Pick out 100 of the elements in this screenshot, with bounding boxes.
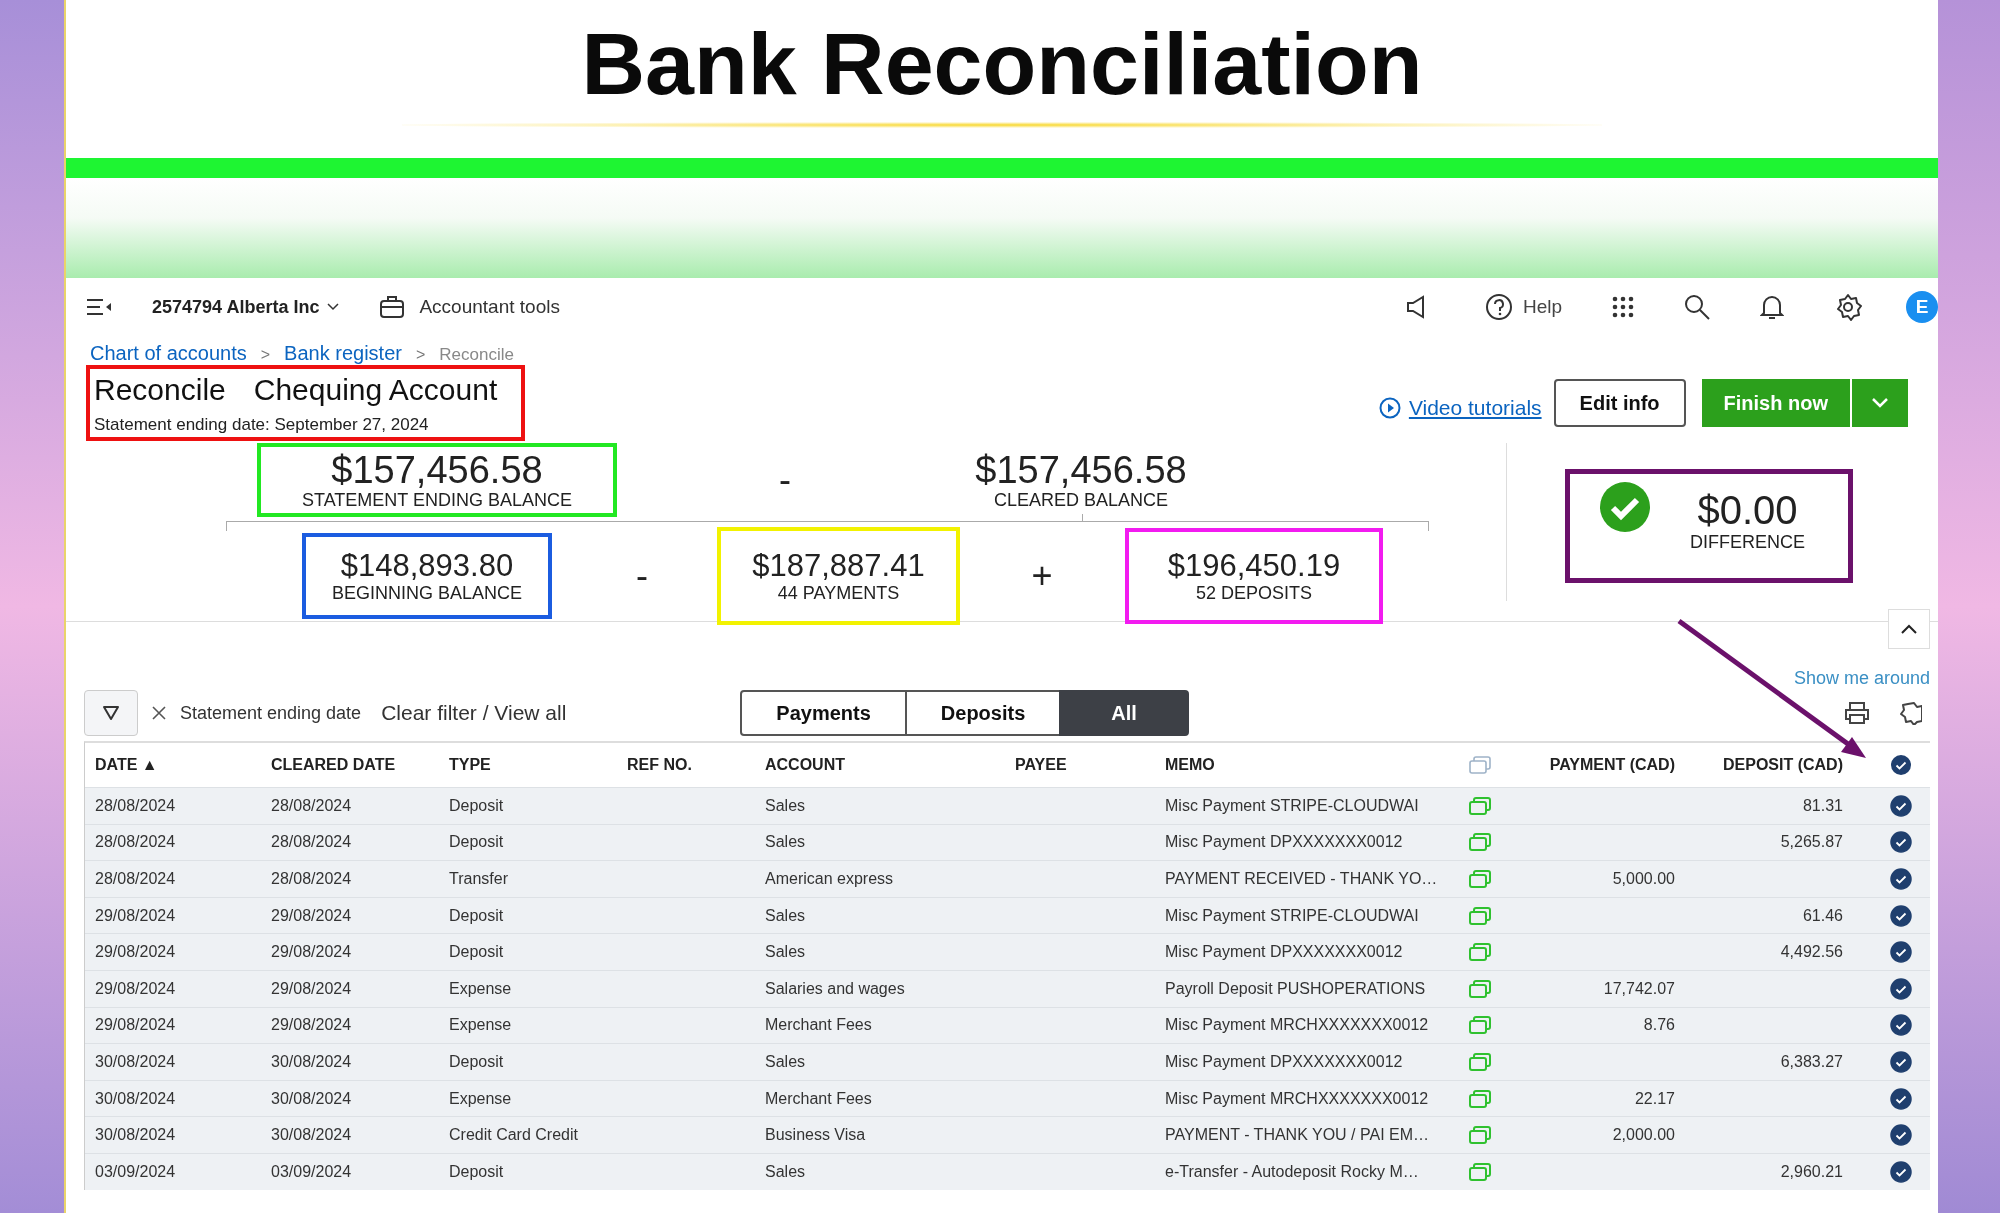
table-cell-text: Sales: [764, 796, 807, 815]
breadcrumb-link[interactable]: Chart of accounts: [90, 342, 247, 365]
amount: $157,456.58: [975, 449, 1187, 490]
table-cell-text: Expense: [448, 979, 513, 998]
cleared-checkbox[interactable]: [1890, 831, 1912, 854]
accountant-tools-link[interactable]: Accountant tools: [419, 296, 560, 318]
table-cell-text: 30/08/2024: [270, 1089, 353, 1108]
collapse-button[interactable]: [1888, 609, 1930, 649]
amount-label: STATEMENT ENDING BALANCE: [301, 489, 572, 511]
table-cell-text: Deposit: [448, 833, 505, 852]
difference-amount: $0.00: [1697, 488, 1798, 532]
cleared-checkbox[interactable]: [1890, 1124, 1912, 1147]
cleared-checkbox[interactable]: [1890, 941, 1912, 964]
table-cell-text: 30/08/2024: [94, 1126, 177, 1145]
check-circle-icon[interactable]: [1890, 754, 1912, 776]
filter-button[interactable]: [84, 690, 138, 736]
table-cell-text: Sales: [764, 1162, 807, 1181]
filter-tab[interactable]: All: [1059, 690, 1189, 736]
filter-tab[interactable]: Deposits: [904, 690, 1062, 736]
table-cell-text: Deposit: [448, 943, 505, 962]
breadcrumb-link[interactable]: Bank register: [284, 342, 402, 365]
operator: +: [1030, 555, 1054, 597]
table-cell-text: Sales: [764, 833, 807, 852]
statement-date: Statement ending date: September 27, 2024: [94, 415, 430, 435]
table-cell-text: 28/08/2024: [270, 870, 353, 888]
table-cell-text: Payroll Deposit PUSHOPERATIONS: [1164, 979, 1427, 998]
amount-label: 44 PAYMENTS: [777, 582, 900, 604]
amount-label: BEGINNING BALANCE: [331, 582, 522, 604]
column-header[interactable]: PAYMENT (CAD): [1515, 756, 1705, 774]
video-tutorials-link[interactable]: Video tutorials: [1408, 396, 1542, 420]
edit-info-button[interactable]: Edit info: [1553, 379, 1686, 427]
column-header[interactable]: CLEARED DATE: [261, 756, 439, 774]
table-cell-text: 30/08/2024: [270, 1126, 353, 1145]
help-link[interactable]: Help: [1522, 296, 1562, 318]
help-icon[interactable]: [1484, 293, 1513, 321]
table-cell-text: 28/08/2024: [94, 796, 177, 815]
amount: $196,450.19: [1167, 548, 1341, 583]
column-header[interactable]: DEPOSIT (CAD): [1705, 756, 1873, 774]
table-cell-text: Merchant Fees: [764, 1089, 873, 1108]
company-selector[interactable]: 2574794 Alberta Inc: [152, 296, 320, 318]
table-cell-text: 30/08/2024: [94, 1089, 177, 1108]
table-cell-text: Misc Payment STRIPE-CLOUDWAI: [1164, 906, 1420, 925]
table-cell-text: Expense: [448, 1016, 513, 1035]
table-cell-text: 28/08/2024: [94, 870, 177, 888]
cleared-checkbox[interactable]: [1890, 1014, 1912, 1037]
table-cell-text: 03/09/2024: [270, 1162, 353, 1181]
table-cell-text: PAYMENT - THANK YOU / PAI EM…: [1164, 1126, 1431, 1145]
column-header[interactable]: ACCOUNT: [755, 756, 1005, 774]
column-header[interactable]: MEMO: [1155, 756, 1445, 774]
clear-filter-link[interactable]: Clear filter / View all: [381, 701, 567, 725]
table-cell: 5,000.00: [1612, 870, 1675, 887]
table-cell: 81.31: [1802, 796, 1843, 814]
table-cell-text: 03/09/2024: [94, 1162, 177, 1181]
column-header[interactable]: DATE ▲: [85, 756, 261, 774]
page-title: Reconcile: [94, 372, 226, 408]
cleared-checkbox[interactable]: [1890, 794, 1912, 817]
filter-tab[interactable]: Payments: [740, 690, 907, 736]
search-icon[interactable]: [1684, 294, 1710, 320]
table-cell-text: 30/08/2024: [270, 1052, 353, 1071]
close-icon[interactable]: [152, 706, 166, 720]
table-cell: 17,742.07: [1603, 979, 1675, 997]
table-cell-text: 29/08/2024: [270, 943, 353, 962]
column-header[interactable]: REF NO.: [617, 756, 755, 774]
breadcrumb-current: Reconcile: [439, 345, 514, 365]
table-cell-text: Deposit: [448, 1162, 505, 1181]
show-me-around-link[interactable]: Show me around: [1793, 668, 1930, 689]
table-cell-text: Salaries and wages: [764, 979, 906, 998]
table-cell: 61.46: [1802, 906, 1843, 924]
print-icon[interactable]: [1844, 701, 1870, 725]
table-cell: 4,492.56: [1780, 943, 1843, 961]
amount: $157,456.58: [331, 449, 543, 490]
table-cell-text: Deposit: [448, 1052, 505, 1071]
cleared-checkbox[interactable]: [1890, 868, 1912, 890]
briefcase-icon[interactable]: [379, 295, 406, 319]
table-cell-text: Misc Payment MRCHXXXXXXX0012: [1164, 1089, 1430, 1108]
table-cell-text: 29/08/2024: [270, 1016, 353, 1035]
cleared-checkbox[interactable]: [1890, 977, 1912, 1000]
chevron-up-icon: [1900, 623, 1918, 635]
play-icon[interactable]: [1378, 397, 1401, 419]
column-header[interactable]: PAYEE: [1005, 756, 1155, 774]
menu-icon[interactable]: [86, 298, 112, 316]
cleared-checkbox[interactable]: [1890, 1087, 1912, 1110]
amount-label: 52 DEPOSITS: [1195, 582, 1312, 604]
cleared-checkbox[interactable]: [1890, 1160, 1912, 1183]
table-cell-text: 29/08/2024: [270, 979, 353, 998]
cleared-checkbox[interactable]: [1890, 1050, 1912, 1073]
apps-grid-icon[interactable]: [1612, 296, 1634, 318]
amount-label: CLEARED BALANCE: [993, 489, 1169, 511]
chevron-down-icon[interactable]: [327, 303, 340, 311]
table-cell-text: Credit Card Credit: [448, 1126, 579, 1145]
copy-icon: [1469, 756, 1491, 774]
cleared-checkbox[interactable]: [1890, 904, 1912, 927]
table-cell-text: Misc Payment STRIPE-CLOUDWAI: [1164, 796, 1420, 815]
bell-icon[interactable]: [1760, 293, 1784, 321]
table-cell-text: Sales: [764, 906, 807, 925]
table-cell-text: Misc Payment MRCHXXXXXXX0012: [1164, 1016, 1430, 1035]
column-header[interactable]: TYPE: [439, 756, 617, 774]
table-cell-text: 28/08/2024: [270, 796, 353, 815]
table-cell-text: 29/08/2024: [270, 906, 353, 925]
breadcrumb-separator: >: [260, 346, 271, 364]
